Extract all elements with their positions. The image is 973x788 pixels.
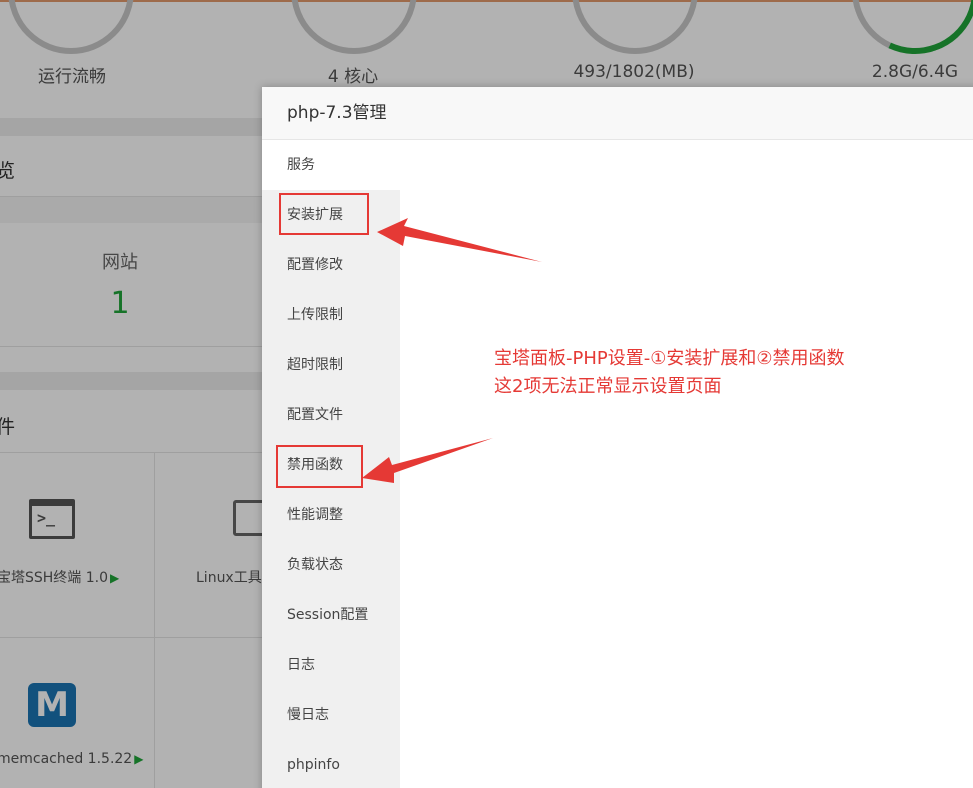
menu-item-config-file[interactable]: 配置文件 bbox=[262, 390, 400, 440]
menu-item-slow-log[interactable]: 慢日志 bbox=[262, 690, 400, 740]
menu-item-load-status[interactable]: 负载状态 bbox=[262, 540, 400, 590]
menu-item-session-config[interactable]: Session配置 bbox=[262, 590, 400, 640]
menu-item-performance[interactable]: 性能调整 bbox=[262, 490, 400, 540]
highlight-install-extension bbox=[279, 193, 369, 235]
menu-item-service[interactable]: 服务 bbox=[262, 140, 400, 190]
highlight-disabled-functions bbox=[276, 445, 363, 488]
menu-item-phpinfo[interactable]: phpinfo bbox=[262, 740, 400, 788]
annotation-line-2: 这2项无法正常显示设置页面 bbox=[494, 376, 722, 397]
annotation-line-1: 宝塔面板-PHP设置-①安装扩展和②禁用函数 bbox=[494, 348, 845, 369]
dialog-content-area bbox=[400, 140, 973, 788]
menu-item-timeout-limit[interactable]: 超时限制 bbox=[262, 340, 400, 390]
menu-item-upload-limit[interactable]: 上传限制 bbox=[262, 290, 400, 340]
menu-item-config-edit[interactable]: 配置修改 bbox=[262, 240, 400, 290]
annotation-note: 宝塔面板-PHP设置-①安装扩展和②禁用函数 这2项无法正常显示设置页面 bbox=[494, 345, 845, 401]
menu-item-log[interactable]: 日志 bbox=[262, 640, 400, 690]
dialog-title: php-7.3管理 bbox=[262, 87, 973, 140]
